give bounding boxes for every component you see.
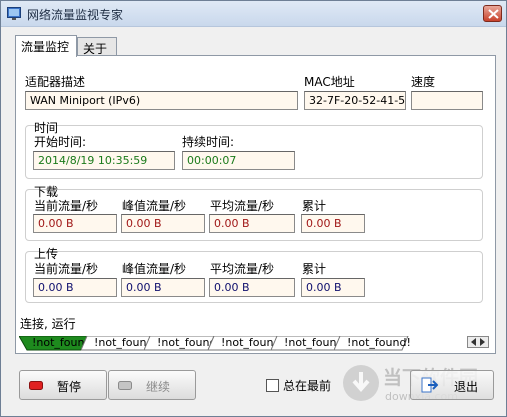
upload-current-field: 0.00 B [33, 278, 117, 297]
download-current-label: 当前流量/秒 [34, 199, 99, 213]
pause-indicator-icon [29, 381, 43, 390]
tab-label: 流量监控 [21, 40, 70, 54]
download-average-label: 平均流量/秒 [210, 199, 275, 213]
upload-average-field: 0.00 B [209, 278, 295, 297]
upload-average-label: 平均流量/秒 [210, 262, 275, 276]
adapter-field: WAN Miniport (IPv6) [25, 91, 298, 110]
always-on-top-label: 总在最前 [283, 379, 332, 393]
connection-tab[interactable]: !not_found! [208, 336, 285, 351]
exit-label: 退出 [454, 380, 479, 394]
resume-label: 继续 [146, 380, 171, 394]
connection-tab[interactable]: !not_found! [144, 336, 221, 351]
duration-label: 持续时间: [182, 135, 235, 149]
connection-label: !not_found! [347, 336, 411, 349]
exit-button[interactable]: 退出 [410, 370, 494, 400]
upload-current-label: 当前流量/秒 [34, 262, 99, 276]
pause-button[interactable]: 暂停 [19, 370, 107, 400]
download-total-label: 累计 [302, 199, 327, 213]
always-on-top-checkbox[interactable] [266, 379, 279, 392]
start-time-field: 2014/8/19 10:35:59 [33, 151, 175, 170]
upload-peak-field: 0.00 B [121, 278, 205, 297]
tab-label: 关于 [83, 42, 108, 56]
download-average-field: 0.00 B [209, 214, 295, 233]
speed-label: 速度 [411, 75, 436, 89]
resume-indicator-icon [118, 381, 132, 390]
tab-about[interactable]: 关于 [77, 37, 117, 57]
title-bar[interactable]: 网络流量监视专家 [1, 1, 506, 27]
upload-peak-label: 峰值流量/秒 [122, 262, 187, 276]
pause-label: 暂停 [57, 380, 82, 394]
upload-total-label: 累计 [302, 262, 327, 276]
duration-field: 00:00:07 [182, 151, 295, 170]
resume-button[interactable]: 继续 [108, 370, 196, 400]
mac-label: MAC地址 [304, 75, 355, 89]
close-icon [488, 9, 499, 19]
connection-tab[interactable]: !not_found! [271, 336, 348, 351]
tab-traffic-monitor[interactable]: 流量监控 [15, 35, 77, 57]
status-text: 连接, 运行 [20, 317, 76, 331]
adapter-label: 适配器描述 [25, 75, 86, 89]
window-title: 网络流量监视专家 [27, 8, 124, 22]
exit-icon [421, 377, 438, 393]
download-peak-label: 峰值流量/秒 [122, 199, 187, 213]
start-time-label: 开始时间: [34, 135, 87, 149]
download-peak-field: 0.00 B [121, 214, 205, 233]
connection-tab[interactable]: !not_found! [81, 336, 158, 351]
app-icon [7, 7, 21, 20]
scroll-arrows-icon [471, 338, 485, 346]
download-current-field: 0.00 B [33, 214, 117, 233]
speed-field [411, 91, 483, 110]
tab-scroll-arrows[interactable] [467, 336, 489, 348]
upload-total-field: 0.00 B [301, 278, 365, 297]
watermark-logo [343, 365, 379, 401]
close-button[interactable] [483, 5, 502, 22]
mac-field: 32-7F-20-52-41-53 [304, 91, 406, 110]
app-window: 网络流量监视专家 流量监控 关于 适配器描述 WAN Miniport (IPv… [0, 0, 507, 417]
download-total-field: 0.00 B [301, 214, 365, 233]
connection-tab[interactable]: !not_found! [334, 336, 411, 351]
